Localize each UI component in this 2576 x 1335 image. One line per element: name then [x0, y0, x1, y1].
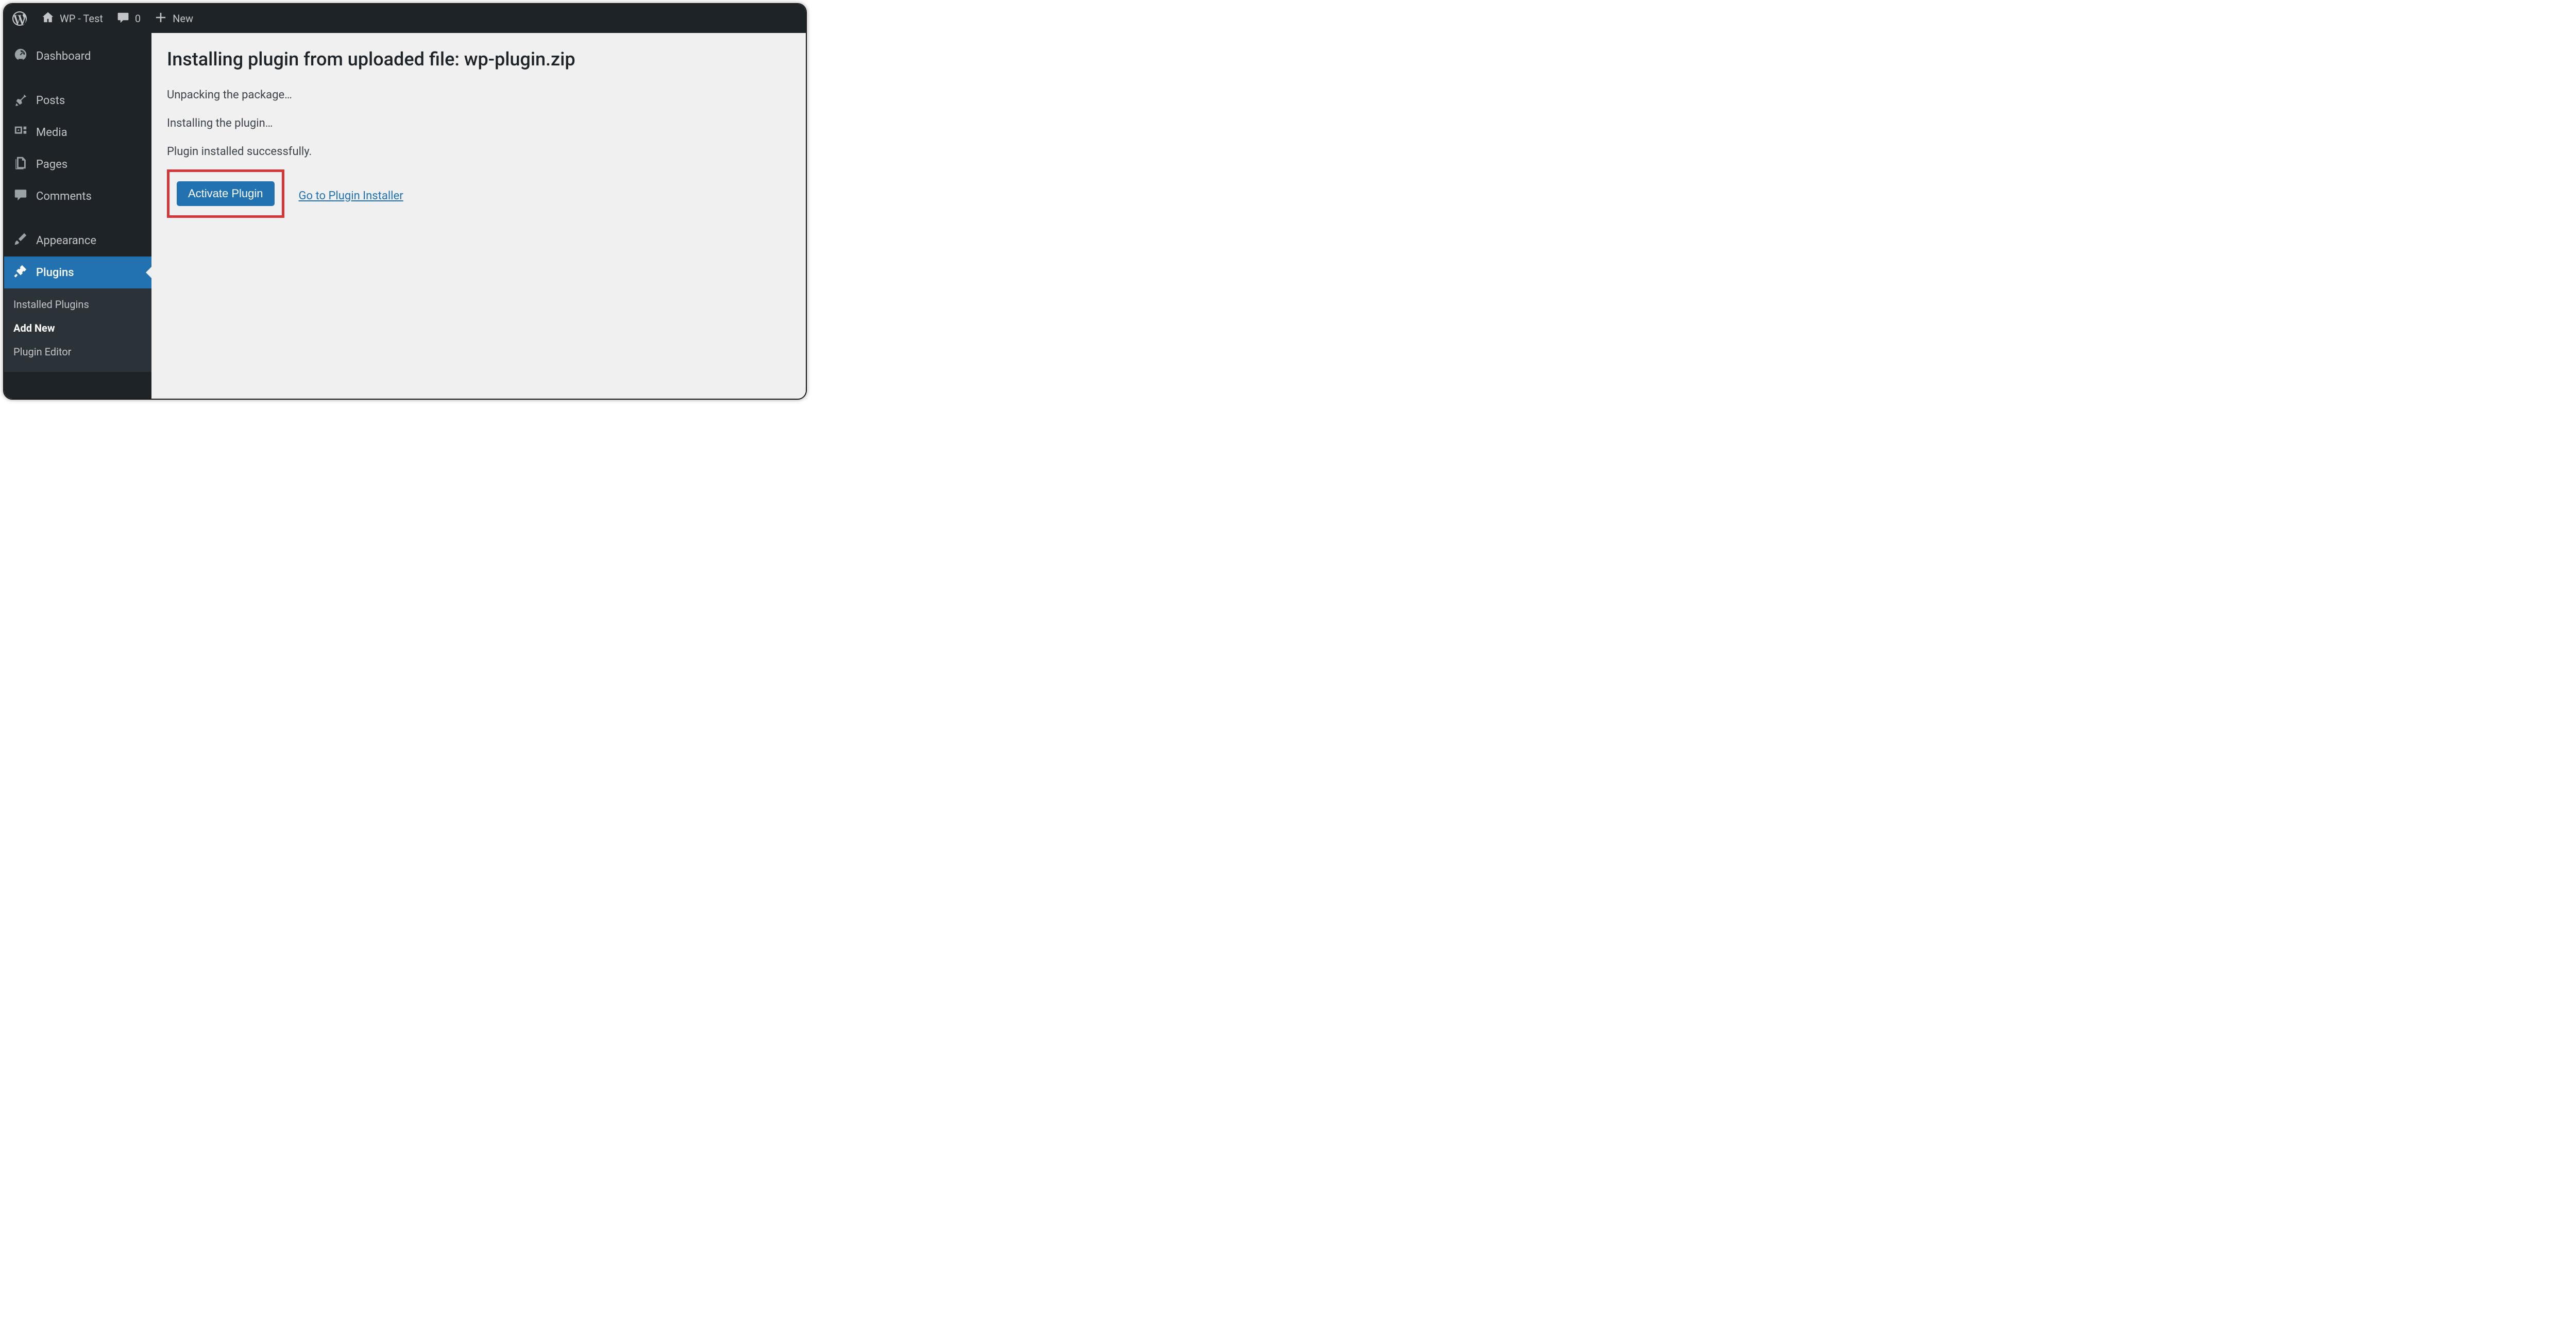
- plugin-icon: [13, 264, 28, 281]
- pages-label: Pages: [36, 158, 67, 171]
- media-label: Media: [36, 126, 67, 139]
- comments-label: Comments: [36, 190, 92, 203]
- body-wrap: Dashboard Posts Media Pages Comments App…: [4, 33, 806, 399]
- comment-icon: [116, 11, 130, 27]
- activate-plugin-button[interactable]: Activate Plugin: [177, 181, 275, 206]
- go-to-installer-link[interactable]: Go to Plugin Installer: [299, 190, 403, 202]
- posts-label: Posts: [36, 94, 65, 107]
- wp-logo-menu[interactable]: [8, 10, 31, 27]
- pin-icon: [13, 92, 28, 109]
- admin-toolbar: WP - Test 0 New: [4, 4, 806, 33]
- sidebar-item-plugins[interactable]: Plugins: [4, 256, 151, 288]
- wordpress-logo-icon: [11, 10, 28, 27]
- site-name-label: WP - Test: [60, 12, 103, 25]
- dashboard-label: Dashboard: [36, 50, 91, 63]
- dashboard-icon: [13, 47, 28, 65]
- actions-row: Activate Plugin Go to Plugin Installer: [167, 174, 790, 218]
- plugins-submenu: Installed Plugins Add New Plugin Editor: [4, 288, 151, 372]
- submenu-installed-plugins[interactable]: Installed Plugins: [4, 293, 151, 316]
- status-success: Plugin installed successfully.: [167, 145, 790, 158]
- app-frame: WP - Test 0 New Dashboard Posts: [3, 3, 807, 400]
- sidebar-item-appearance[interactable]: Appearance: [4, 225, 151, 256]
- media-icon: [13, 124, 28, 141]
- sidebar-item-comments[interactable]: Comments: [4, 180, 151, 212]
- new-content-link[interactable]: New: [151, 11, 196, 27]
- status-installing: Installing the plugin…: [167, 117, 790, 130]
- comments-link[interactable]: 0: [113, 11, 144, 27]
- admin-sidebar: Dashboard Posts Media Pages Comments App…: [4, 33, 151, 399]
- plugins-label: Plugins: [36, 266, 74, 279]
- sidebar-item-pages[interactable]: Pages: [4, 148, 151, 180]
- sidebar-item-posts[interactable]: Posts: [4, 84, 151, 116]
- home-icon: [41, 11, 55, 27]
- submenu-plugin-editor[interactable]: Plugin Editor: [4, 340, 151, 364]
- appearance-label: Appearance: [36, 234, 96, 247]
- site-link[interactable]: WP - Test: [38, 11, 106, 27]
- sidebar-item-dashboard[interactable]: Dashboard: [4, 40, 151, 72]
- brush-icon: [13, 232, 28, 249]
- status-unpacking: Unpacking the package…: [167, 89, 790, 101]
- highlight-annotation: Activate Plugin: [167, 169, 284, 218]
- comment-count: 0: [135, 12, 141, 25]
- plus-icon: [154, 11, 167, 27]
- pages-icon: [13, 156, 28, 173]
- main-content: Installing plugin from uploaded file: wp…: [151, 33, 806, 399]
- page-heading: Installing plugin from uploaded file: wp…: [167, 48, 790, 70]
- new-label: New: [173, 12, 193, 25]
- submenu-add-new[interactable]: Add New: [4, 316, 151, 340]
- sidebar-item-media[interactable]: Media: [4, 116, 151, 148]
- comments-icon: [13, 187, 28, 205]
